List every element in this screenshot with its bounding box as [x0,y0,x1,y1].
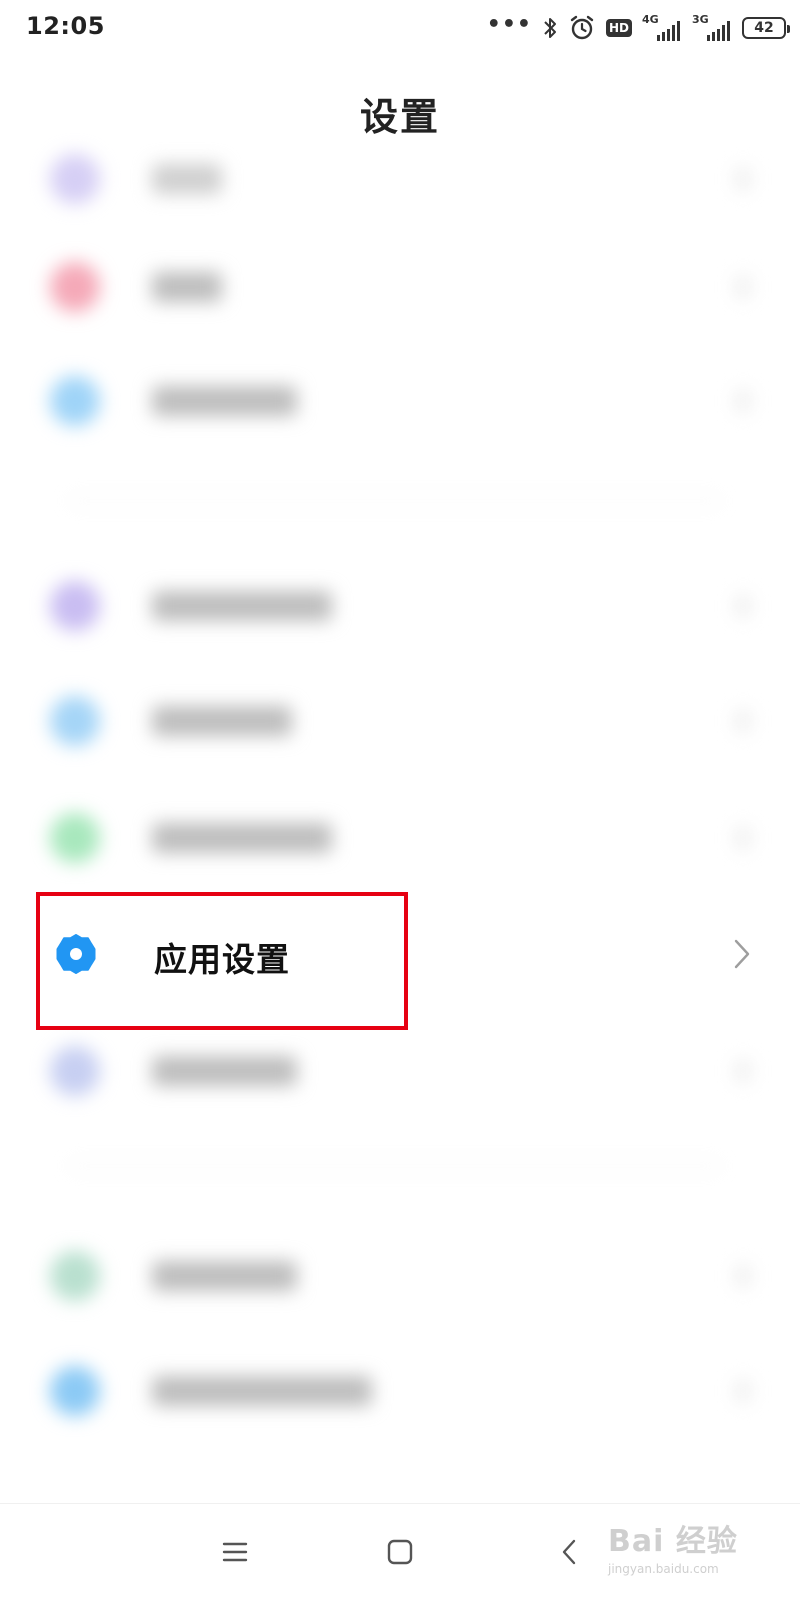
list-item[interactable] [0,787,800,887]
item-label [152,706,292,736]
watermark-logo: Bai 经验 [608,1524,738,1559]
list-item[interactable] [0,236,800,336]
chevron-right-icon [736,1265,750,1287]
item-icon [50,581,100,631]
list-item[interactable] [0,1225,800,1325]
item-icon [50,154,100,204]
blurred-settings-list [0,0,800,1600]
chevron-right-icon [736,390,750,412]
item-icon [50,1251,100,1301]
settings-screen: 12:05 ••• HD 4G 3G 42 设置 应用设置 Bai 经验 jin… [0,0,800,1600]
app-settings-item[interactable]: 应用设置 [0,903,800,1003]
item-label [152,591,332,621]
watermark-url: jingyan.baidu.com [608,1562,719,1576]
home-button[interactable] [375,1530,425,1574]
item-icon [50,813,100,863]
item-icon [50,1046,100,1096]
menu-button[interactable] [210,1530,260,1574]
back-button[interactable] [544,1530,594,1574]
item-icon [50,696,100,746]
divider [70,500,720,502]
item-icon [50,1366,100,1416]
home-icon [387,1539,413,1565]
chevron-right-icon [736,168,750,190]
item-label [152,1261,297,1291]
list-item[interactable] [0,350,800,450]
back-icon [562,1539,576,1565]
item-label [152,386,297,416]
chevron-right-icon [734,939,750,969]
item-label [152,1376,372,1406]
chevron-right-icon [736,276,750,298]
menu-icon [222,1542,248,1562]
list-item[interactable] [0,1340,800,1440]
item-label [152,164,222,194]
baidu-jingyan-watermark: Bai 经验 jingyan.baidu.com [600,1512,760,1592]
list-item[interactable] [0,555,800,655]
page-title: 设置 [359,95,440,139]
list-item[interactable] [0,1020,800,1120]
chevron-right-icon [736,710,750,732]
divider [70,1165,720,1167]
chevron-right-icon [736,827,750,849]
gear-icon [56,934,96,974]
item-label [152,823,332,853]
list-item[interactable] [0,128,800,228]
item-label [152,272,222,302]
chevron-right-icon [736,1380,750,1402]
app-settings-label: 应用设置 [154,940,290,979]
item-icon [50,376,100,426]
item-icon [50,262,100,312]
chevron-right-icon [736,595,750,617]
list-item[interactable] [0,670,800,770]
item-label [152,1056,297,1086]
chevron-right-icon [736,1060,750,1082]
